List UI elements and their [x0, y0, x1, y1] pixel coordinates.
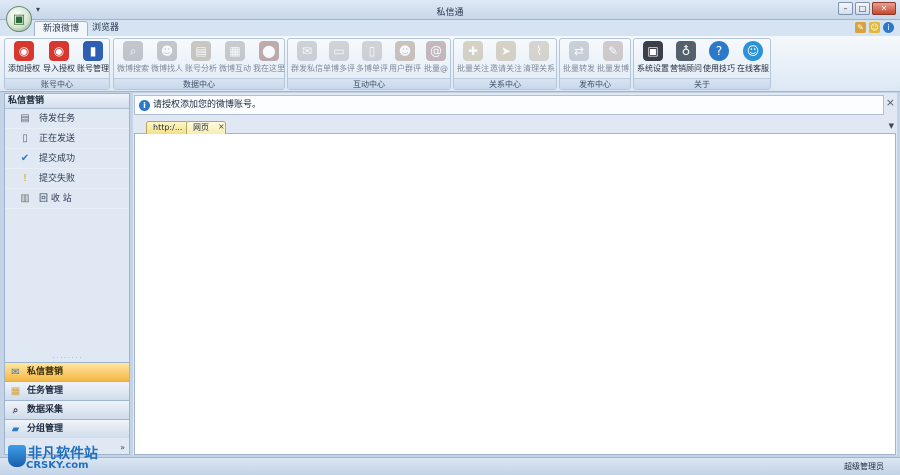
browser-tab-strip: http:/... 网页 × [134, 120, 896, 134]
arrow-icon: ➤ [496, 41, 516, 61]
warning-icon: ! [22, 173, 27, 184]
window-title: 私信通 [436, 8, 464, 18]
settings-icon: ▣ [643, 41, 663, 61]
group-label: 关于 [634, 78, 770, 89]
nav-task-management[interactable]: ▦ 任务管理 [5, 381, 129, 400]
app-logo-icon: ▣ [12, 11, 26, 27]
app-menu-button[interactable]: ▣ [6, 6, 32, 32]
group-data-center: ⌕ 微博搜索 ☻ 微博找人 ▤ 账号分析 ▦ 微博互动 ⬤ 我在这里 数据中心 [113, 38, 285, 90]
group-interaction-center: ✉ 群发私信 ▭ 单博多评 ▯ 多博单评 ☻ 用户群评 @ 批量@ 互动中心 [287, 38, 451, 90]
person-icon: ☻ [157, 41, 177, 61]
edit-icon[interactable]: ✎ [855, 22, 866, 33]
search-icon: ⌕ [12, 405, 19, 416]
account-manage-button[interactable]: ▮ 账号管理 [76, 41, 110, 79]
close-button[interactable]: ✕ [872, 2, 896, 15]
broom-icon: ⌇ [529, 41, 549, 61]
group-relation-center: ✚ 批量关注 ➤ 邀请关注 ⌇ 清理关系 关系中心 [453, 38, 557, 90]
follow-icon: ✚ [463, 41, 483, 61]
minimize-button[interactable]: – [838, 2, 853, 15]
tab-dropdown-icon[interactable]: ▼ [889, 122, 894, 130]
title-bar: ▾ 私信通 – □ ✕ [0, 0, 900, 20]
stethoscope-icon: ♁ [676, 41, 696, 61]
sidebar-item-recycle-bin[interactable]: ▥ 回 收 站 [5, 189, 129, 209]
comment-icon: ▭ [329, 41, 349, 61]
watermark-logo-icon [8, 445, 26, 467]
group-label: 关系中心 [454, 78, 556, 89]
collapse-chevron-icon[interactable]: » [120, 443, 125, 452]
status-bar: 超级管理员 [0, 457, 900, 475]
web-content-area[interactable] [134, 134, 896, 455]
book-icon: ▮ [83, 41, 103, 61]
users-icon[interactable]: ☺ [869, 22, 880, 33]
calendar-icon: ▦ [225, 41, 245, 61]
checkmark-icon: ✔ [20, 153, 30, 164]
repost-icon: ⇄ [569, 41, 589, 61]
ribbon: ◉ 添加授权 ◉ 导入授权 ▮ 账号管理 账号中心 ⌕ 微博搜索 ☻ 微博找人 ▤ 账号分析… [0, 36, 900, 92]
tab-close-button[interactable]: × [218, 122, 225, 131]
notice-bar: i 请授权添加您的微博账号。 × [134, 95, 895, 115]
task-icon: ▦ [10, 386, 21, 397]
weibo-icon: ◉ [14, 41, 34, 61]
bulk-mention-button[interactable]: @ 批量@ [419, 41, 453, 79]
group-label: 数据中心 [114, 78, 284, 89]
weibo-icon: ◉ [49, 41, 69, 61]
user-icon: ☻ [395, 41, 415, 61]
watermark-logo: 非凡软件站 CRSKY.com [8, 443, 108, 473]
trash-icon: ▥ [20, 193, 30, 204]
qq-penguin-icon: ☺ [743, 41, 763, 61]
help-icon: ? [709, 41, 729, 61]
tab-browser[interactable]: 浏览器 [84, 21, 127, 36]
notice-close-button[interactable]: × [886, 94, 895, 112]
sidebar-title: 私信营销 [5, 94, 129, 109]
sidebar: 私信营销 ▤ 待发任务 ▯ 正在发送 ✔ 提交成功 ! 提交失败 ▥ 回 收 站 · · … [4, 93, 130, 455]
notice-text: 请授权添加您的微博账号。 [153, 100, 262, 110]
document-list-icon: ▤ [20, 113, 30, 124]
clipboard-icon: ▤ [191, 41, 211, 61]
group-label: 发布中心 [560, 78, 630, 89]
group-publish-center: ⇄ 批量转发 ✎ 批量发博 发布中心 [559, 38, 631, 90]
group-label: 账号中心 [5, 78, 109, 89]
tab-sina-weibo[interactable]: 新浪微博 [34, 21, 89, 36]
search-icon: ⌕ [123, 41, 143, 61]
nav-data-collection[interactable]: ⌕ 数据采集 [5, 400, 129, 419]
browser-tab-url[interactable]: http:/... [146, 121, 190, 134]
group-about: ▣ 系统设置 ♁ 营销顾问 ? 使用技巧 ☺ 在线客服 关于 [633, 38, 771, 90]
sidebar-item-success[interactable]: ✔ 提交成功 [5, 149, 129, 169]
bulk-publish-button[interactable]: ✎ 批量发博 [596, 41, 630, 79]
edit-post-icon: ✎ [603, 41, 623, 61]
document-icon: ▯ [362, 41, 382, 61]
watermark-subtext: CRSKY.com [26, 460, 89, 471]
main-panel: i 请授权添加您的微博账号。 × http:/... 网页 × ▼ [133, 93, 897, 455]
nav-private-message-marketing[interactable]: ✉ 私信营销 [5, 362, 129, 381]
nav-group-management[interactable]: ▰ 分组管理 [5, 419, 129, 438]
message-icon: ✉ [297, 41, 317, 61]
sidebar-item-sending[interactable]: ▯ 正在发送 [5, 129, 129, 149]
sidebar-item-pending[interactable]: ▤ 待发任务 [5, 109, 129, 129]
sidebar-item-failed[interactable]: ! 提交失败 [5, 169, 129, 189]
envelope-icon: ✉ [11, 367, 20, 378]
clean-relations-button[interactable]: ⌇ 清理关系 [522, 41, 556, 79]
group-account-center: ◉ 添加授权 ◉ 导入授权 ▮ 账号管理 账号中心 [4, 38, 110, 90]
at-sign-icon: @ [426, 41, 446, 61]
info-icon: i [139, 100, 150, 111]
i-am-here-button[interactable]: ⬤ 我在这里 [252, 41, 286, 79]
folder-icon: ▰ [11, 424, 20, 435]
ribbon-tab-row: 新浪微博 浏览器 [0, 20, 900, 36]
info-icon[interactable]: i [883, 22, 894, 33]
location-pin-icon: ⬤ [259, 41, 279, 61]
group-label: 互动中心 [288, 78, 450, 89]
maximize-button[interactable]: □ [855, 2, 870, 15]
document-icon: ▯ [22, 133, 28, 144]
status-user: 超级管理员 [844, 462, 884, 471]
online-support-button[interactable]: ☺ 在线客服 [736, 41, 770, 79]
